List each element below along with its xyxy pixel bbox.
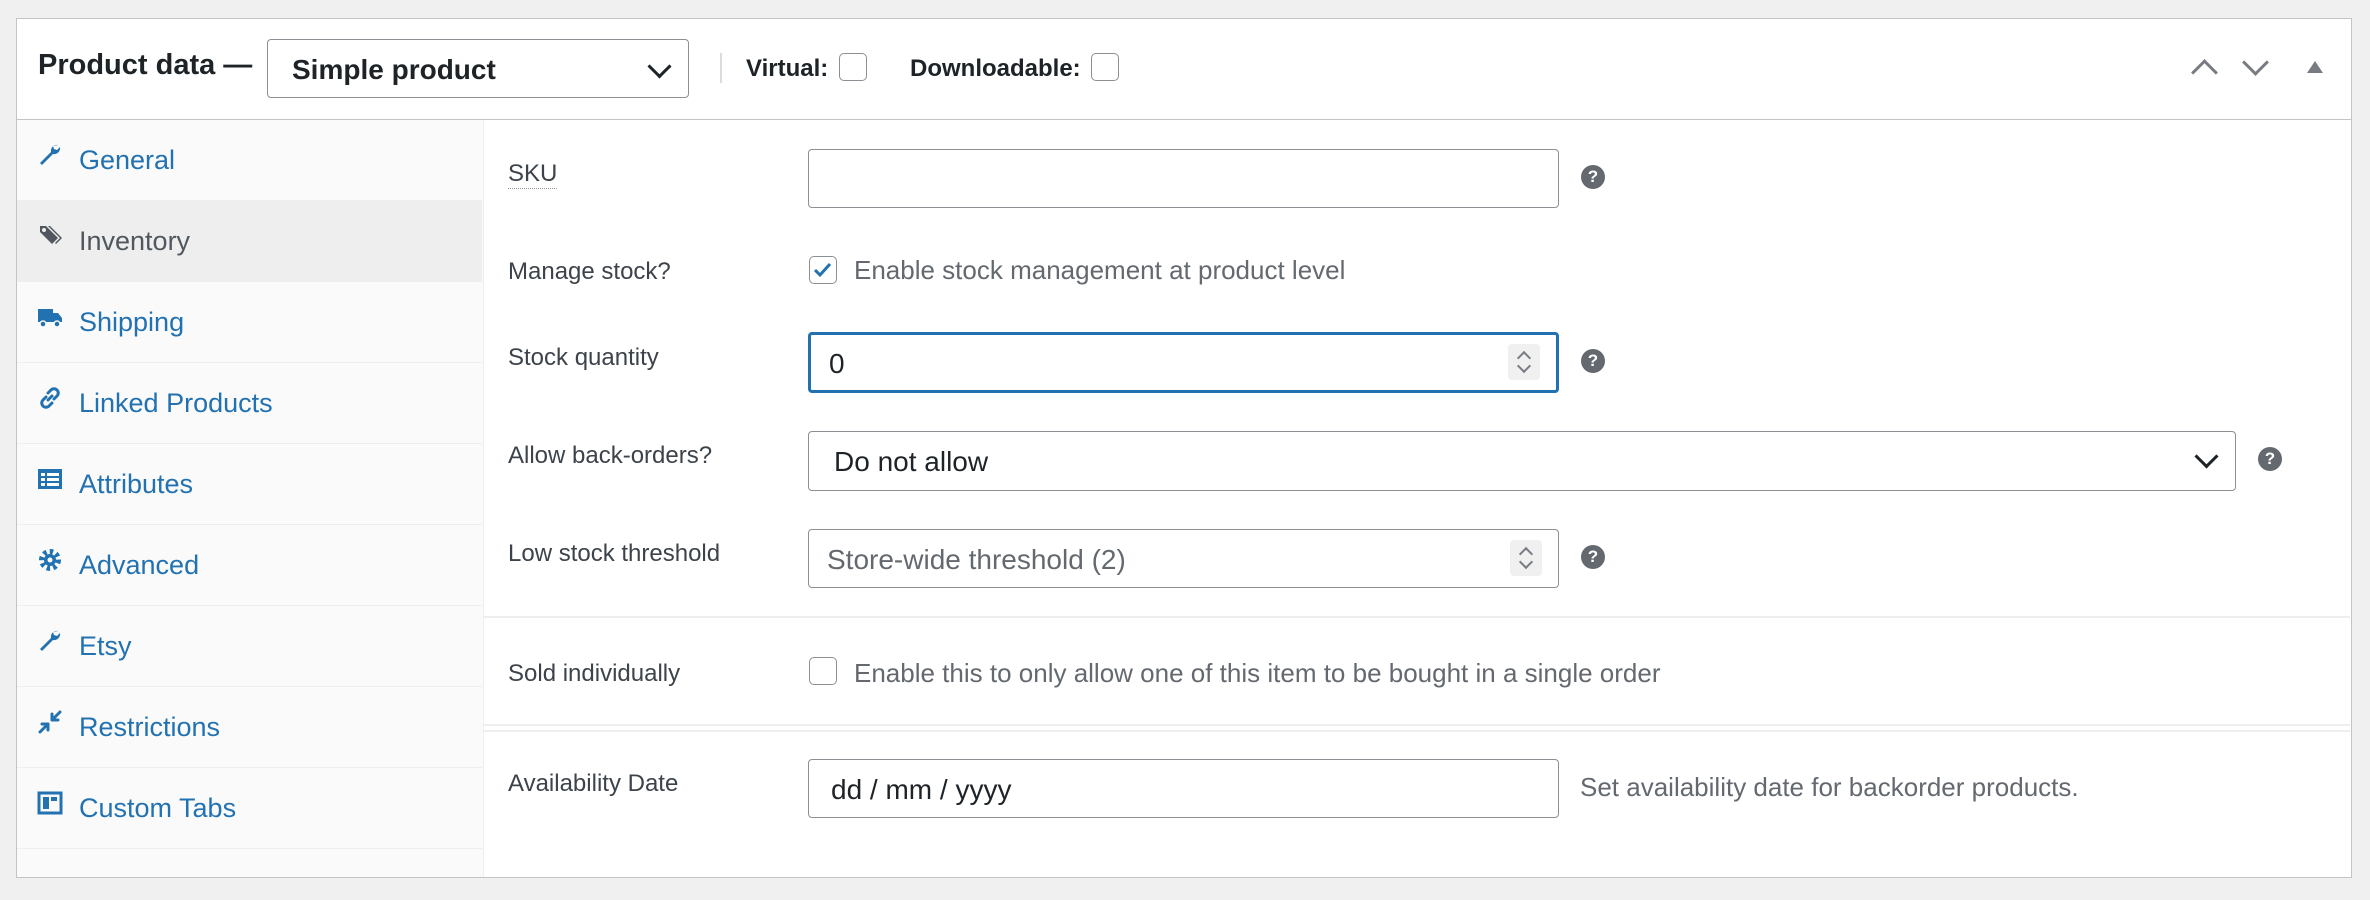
- link-icon: [40, 387, 60, 409]
- tab-attributes[interactable]: Attributes: [17, 444, 482, 525]
- truck-icon: [38, 309, 62, 328]
- section-divider: [484, 730, 2350, 732]
- checkmark-icon: [813, 262, 832, 278]
- downloadable-label: Downloadable:: [910, 55, 1081, 82]
- tab-advanced[interactable]: Advanced: [17, 525, 482, 606]
- manage-stock-text: Enable stock management at product level: [854, 255, 1346, 285]
- sku-input[interactable]: [808, 149, 1559, 208]
- availability-date-placeholder: dd / mm / yyyy: [831, 774, 1012, 805]
- tab-shipping[interactable]: Shipping: [17, 282, 482, 363]
- section-divider: [484, 616, 2350, 618]
- low-stock-label: Low stock threshold: [508, 540, 721, 567]
- virtual-checkbox[interactable]: [839, 53, 867, 81]
- section-divider: [484, 724, 2350, 726]
- virtual-label: Virtual:: [746, 55, 829, 82]
- tab-inventory[interactable]: Inventory: [17, 201, 482, 282]
- wrench-icon: [40, 630, 61, 651]
- sku-help-icon[interactable]: ?: [1581, 165, 1605, 189]
- list-icon: [38, 469, 62, 489]
- stock-quantity-stepper[interactable]: [1508, 344, 1540, 380]
- header-divider: [720, 53, 722, 83]
- tabs-icon: [37, 791, 63, 815]
- manage-stock-label: Manage stock?: [508, 258, 671, 285]
- tab-label: Restrictions: [79, 712, 221, 742]
- move-down-icon[interactable]: [2242, 49, 2269, 76]
- tab-linked-products[interactable]: Linked Products: [17, 363, 482, 444]
- tab-label: Shipping: [79, 307, 185, 337]
- tab-label: Etsy: [79, 631, 132, 661]
- product-data-tabs: General Inventory Shipping Linked Produc…: [17, 120, 484, 877]
- availability-date-label: Availability Date: [508, 770, 679, 797]
- shrink-icon: [38, 710, 62, 734]
- tab-label: Inventory: [79, 226, 191, 256]
- tab-label: Custom Tabs: [79, 793, 237, 823]
- tab-restrictions[interactable]: Restrictions: [17, 687, 482, 768]
- backorders-help-icon[interactable]: ?: [2258, 447, 2282, 471]
- product-data-header: Product data — Simple product Virtual: D…: [17, 19, 2351, 120]
- gear-icon: [39, 549, 61, 571]
- sold-individually-checkbox[interactable]: [809, 657, 837, 685]
- wrench-icon: [40, 144, 61, 165]
- sku-label: SKU: [508, 160, 558, 189]
- low-stock-help-icon[interactable]: ?: [1581, 545, 1605, 569]
- tab-label: Attributes: [79, 469, 194, 499]
- product-type-value: Simple product: [292, 54, 496, 85]
- product-type-select[interactable]: Simple product: [267, 39, 689, 98]
- tab-custom-tabs[interactable]: Custom Tabs: [17, 768, 482, 849]
- chevron-down-icon: [2194, 444, 2219, 469]
- availability-date-input[interactable]: dd / mm / yyyy: [808, 759, 1559, 818]
- low-stock-stepper[interactable]: [1510, 540, 1542, 576]
- availability-date-help: Set availability date for backorder prod…: [1580, 772, 2079, 802]
- stock-quantity-value: 0: [829, 348, 845, 379]
- stock-quantity-help-icon[interactable]: ?: [1581, 349, 1605, 373]
- low-stock-input[interactable]: Store-wide threshold (2): [808, 529, 1559, 588]
- move-up-icon[interactable]: [2191, 59, 2218, 86]
- stock-quantity-input[interactable]: 0: [808, 332, 1559, 393]
- sold-individually-text: Enable this to only allow one of this it…: [854, 658, 1661, 688]
- tab-general[interactable]: General: [17, 120, 482, 201]
- stock-quantity-label: Stock quantity: [508, 344, 659, 371]
- tag-icon: [40, 226, 62, 244]
- tab-label: General: [79, 145, 176, 175]
- backorders-label: Allow back-orders?: [508, 442, 713, 469]
- sold-individually-label: Sold individually: [508, 660, 681, 687]
- backorders-select[interactable]: Do not allow: [808, 431, 2236, 491]
- tab-label: Advanced: [79, 550, 200, 580]
- low-stock-placeholder: Store-wide threshold (2): [827, 544, 1126, 575]
- product-data-title: Product data —: [38, 49, 253, 81]
- collapse-toggle-icon[interactable]: [2307, 61, 2323, 73]
- tab-label: Linked Products: [79, 388, 273, 418]
- tab-etsy[interactable]: Etsy: [17, 606, 482, 687]
- downloadable-checkbox[interactable]: [1091, 53, 1119, 81]
- backorders-value: Do not allow: [834, 446, 989, 477]
- chevron-down-icon: [647, 54, 672, 79]
- manage-stock-checkbox[interactable]: [809, 256, 837, 284]
